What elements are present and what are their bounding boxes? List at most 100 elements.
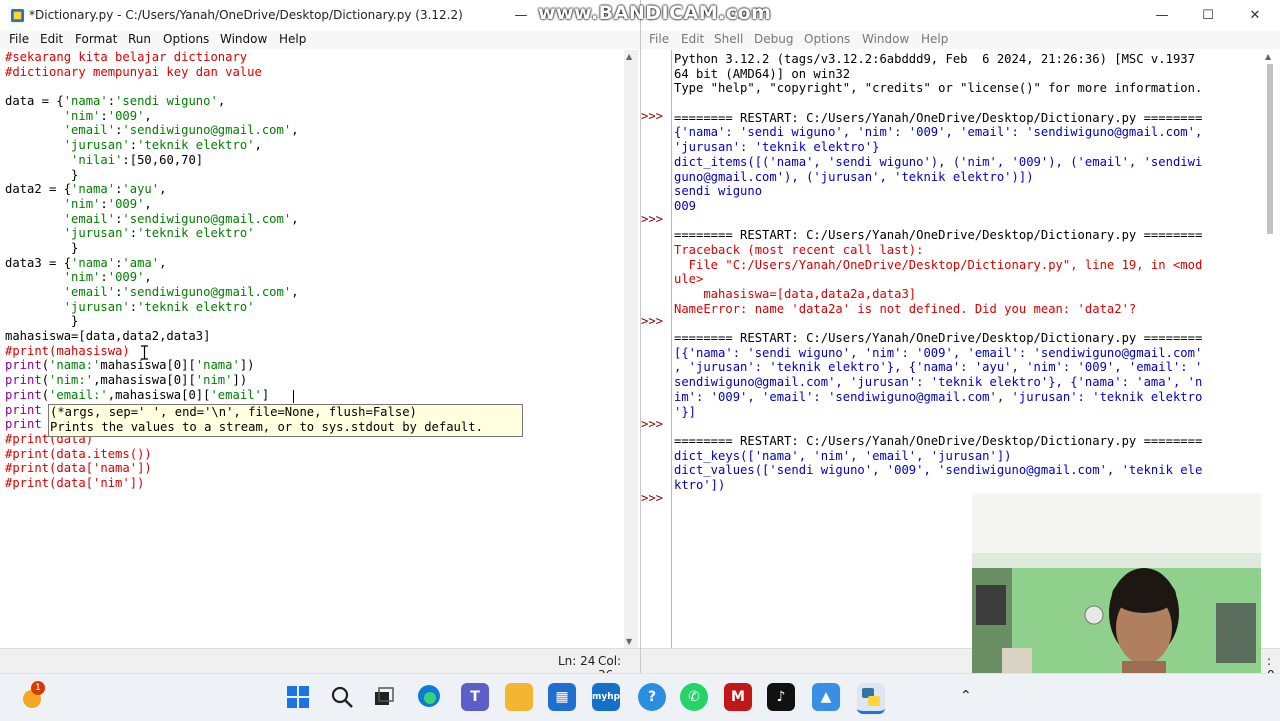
tray-chevron-up-icon[interactable]: ⌃: [960, 688, 972, 704]
code-line: 'nilai':[50,60,70]: [5, 153, 299, 168]
menu-options[interactable]: Options: [163, 32, 209, 46]
menu-run[interactable]: Run: [128, 32, 151, 46]
code-token: 'nama': [195, 358, 240, 373]
editor-menubar: File Edit Format Run Options Window Help: [0, 31, 640, 49]
shell-menubar: File Edit Shell Debug Options Window Hel…: [641, 31, 1280, 49]
code-token: ,: [159, 182, 167, 197]
code-token: print: [5, 373, 42, 388]
shell-prompt-row: [641, 432, 671, 447]
shell-prompt-column: >>> >>> >>> >>> >>>: [641, 50, 671, 505]
code-token: ,: [144, 270, 152, 285]
help-icon[interactable]: ?: [638, 683, 666, 711]
code-token: ,: [291, 123, 299, 138]
code-line: }: [5, 314, 299, 329]
photos-icon[interactable]: ▲: [812, 683, 840, 711]
menu-format[interactable]: Format: [75, 32, 117, 46]
code-token: ]: [261, 387, 270, 402]
code-token: mahasiswa=[data,data2,data3]: [5, 329, 211, 344]
tiktok-icon[interactable]: ♪: [767, 683, 795, 711]
shell-close-button[interactable]: ✕: [1232, 0, 1278, 31]
python-file-icon: [10, 8, 25, 23]
calltip: (*args, sep=' ', end='\n', file=None, fl…: [48, 404, 523, 437]
mcafee-icon[interactable]: M: [724, 683, 752, 711]
code-line: 'email':'sendiwiguno@gmail.com',: [5, 212, 299, 227]
code-line: #print(data['nim']): [5, 476, 299, 491]
editor-title: *Dictionary.py - C:/Users/Yanah/OneDrive…: [29, 8, 463, 22]
shell-prompt-row: [641, 256, 671, 271]
windows-start-icon[interactable]: [284, 683, 312, 711]
shell-status-col: : 0: [1267, 654, 1275, 673]
code-token: 'nama': [71, 255, 116, 270]
shell-output[interactable]: Python 3.12.2 (tags/v3.12.2:6abddd9, Feb…: [674, 52, 1202, 507]
python-idle-icon[interactable]: [857, 683, 885, 714]
shell-line: NameError: name 'data2a' is not defined.…: [674, 301, 1137, 316]
code-token: 'sendiwiguno@gmail.com': [122, 211, 292, 226]
code-token: :: [129, 299, 138, 314]
code-token: mahasiswa[0][: [100, 358, 196, 373]
shell-line: dict_keys(['nama', 'nim', 'email', 'juru…: [674, 448, 1012, 463]
shell-scrollbar[interactable]: ▲: [1263, 50, 1277, 240]
code-token: 'ama': [122, 255, 160, 270]
code-token: 'sendi wiguno': [115, 94, 218, 109]
shell-menu-debug[interactable]: Debug: [754, 32, 793, 46]
scroll-up-icon[interactable]: ▲: [626, 52, 632, 61]
microsoft-store-icon[interactable]: ▦: [548, 683, 576, 711]
teams-icon[interactable]: T: [461, 683, 489, 711]
shell-line: sendi wiguno: [674, 184, 763, 199]
code-line: #print(mahasiswa): [5, 344, 299, 359]
shell-menu-help[interactable]: Help: [921, 32, 948, 46]
file-explorer-icon[interactable]: [505, 683, 533, 711]
minimize-icon: —: [514, 8, 528, 23]
shell-line: ======== RESTART: C:/Users/Yanah/OneDriv…: [674, 331, 1203, 346]
code-token: print: [5, 387, 42, 402]
menu-help[interactable]: Help: [279, 32, 306, 46]
shell-minimize-button[interactable]: —: [1139, 0, 1185, 31]
code-line: #print(data.items()): [5, 447, 299, 462]
shell-prompt-row: [641, 461, 671, 476]
shell-prompt-row: [641, 344, 671, 359]
code-token: :: [129, 138, 138, 153]
shell-line: Traceback (most recent call last):: [674, 242, 924, 257]
search-icon[interactable]: [328, 683, 356, 711]
task-view-icon[interactable]: [370, 683, 398, 711]
myhp-icon[interactable]: myhp: [592, 683, 620, 711]
whatsapp-icon[interactable]: ✆: [680, 683, 708, 711]
weather-widget[interactable]: 1: [19, 681, 45, 710]
shell-menu-edit[interactable]: Edit: [681, 32, 704, 46]
code-token: 'email:': [49, 387, 108, 402]
shell-menu-shell[interactable]: Shell: [714, 32, 743, 46]
scroll-down-icon[interactable]: ▼: [626, 637, 632, 646]
menu-window[interactable]: Window: [220, 32, 267, 46]
shell-line: dict_items([('nama', 'sendi wiguno'), ('…: [674, 154, 1203, 169]
shell-line: {'nama': 'sendi wiguno', 'nim': '009', '…: [674, 125, 1203, 140]
shell-menu-window[interactable]: Window: [862, 32, 909, 46]
menu-edit[interactable]: Edit: [40, 32, 63, 46]
shell-menu-file[interactable]: File: [649, 32, 669, 46]
shell-line: Python 3.12.2 (tags/v3.12.2:6abddd9, Feb…: [674, 52, 1195, 66]
shell-maximize-button[interactable]: ☐: [1185, 0, 1231, 31]
shell-prompt-row: [641, 476, 671, 491]
code-line: data2 = {'nama':'ayu',: [5, 182, 299, 197]
code-token: 'email': [63, 211, 116, 226]
code-token: }: [5, 167, 79, 182]
code-token: ]): [232, 373, 248, 388]
editor-scrollbar[interactable]: ▲ ▼: [624, 50, 638, 648]
shell-prompt-row: [641, 388, 671, 403]
scroll-thumb[interactable]: [1267, 64, 1273, 234]
shell-prompt-row: [641, 138, 671, 153]
shell-menu-options[interactable]: Options: [804, 32, 850, 46]
edge-icon[interactable]: [415, 683, 443, 711]
shell-line: File "C:/Users/Yanah/OneDrive/Desktop/Di…: [674, 257, 1203, 272]
code-token: data3 = {: [5, 255, 72, 270]
code-token: 'jurusan': [63, 138, 130, 153]
code-token: 'nama': [63, 94, 108, 109]
code-token: 'teknik elektro': [137, 299, 255, 314]
shell-prompt-row: [641, 447, 671, 462]
shell-line: im': '009', 'email': 'sendiwiguno@gmail.…: [674, 389, 1203, 404]
code-token: 'email': [63, 123, 116, 138]
scroll-up-icon[interactable]: ▲: [1265, 52, 1271, 61]
code-line: #print(data['nama']): [5, 461, 299, 476]
menu-file[interactable]: File: [9, 32, 29, 46]
